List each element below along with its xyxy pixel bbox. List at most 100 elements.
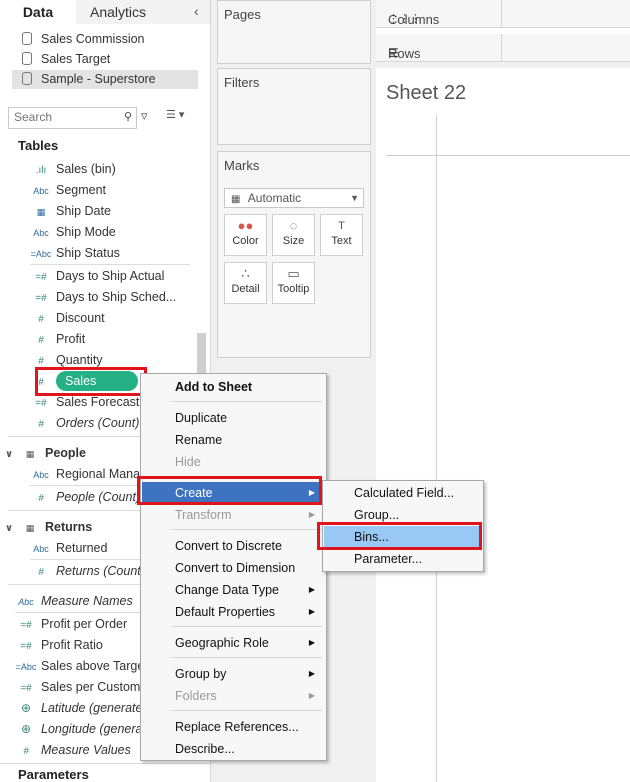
database-icon [22, 72, 32, 85]
datasource-item-selected[interactable]: Sample - Superstore [12, 70, 198, 89]
filters-card[interactable]: Filters [217, 68, 371, 145]
mark-type-dropdown[interactable]: ▦ Automatic ▼ [224, 188, 364, 208]
menu-item-convert-to-discrete[interactable]: Convert to Discrete [142, 535, 325, 557]
field-item[interactable]: ⊕ Latitude (generated) [15, 698, 154, 718]
menu-item-calculated-field[interactable]: Calculated Field... [324, 482, 482, 504]
bin-icon: .ılı [35, 165, 47, 176]
menu-item-group-by[interactable]: Group by ▶ [142, 663, 325, 685]
calculated-number-icon: =# [35, 272, 47, 283]
menu-item-replace-references[interactable]: Replace References... [142, 716, 325, 738]
field-item[interactable]: =Abc Sales above Target? [15, 656, 155, 676]
field-item[interactable]: .ılı Sales (bin) [30, 159, 116, 179]
field-label: Ship Date [56, 204, 111, 218]
menu-item-duplicate[interactable]: Duplicate [142, 407, 325, 429]
table-header-people[interactable]: ∨ ▦ People [5, 443, 86, 463]
menu-item-default-properties[interactable]: Default Properties ▶ [142, 601, 325, 623]
field-label: Sales per Customer [41, 680, 152, 694]
field-label: Ship Mode [56, 225, 116, 239]
view-options-icon[interactable]: ☰ ▾ [166, 108, 184, 121]
calculated-number-icon: =# [20, 641, 32, 652]
field-label: Latitude (generated) [41, 701, 154, 715]
menu-item-label: Transform [175, 508, 232, 522]
menu-item-label: Change Data Type [175, 583, 280, 597]
submenu-arrow-icon: ▶ [308, 510, 315, 519]
menu-item-convert-to-dimension[interactable]: Convert to Dimension [142, 557, 325, 579]
datasource-item[interactable]: Sales Commission [12, 30, 145, 49]
menu-item-change-data-type[interactable]: Change Data Type ▶ [142, 579, 325, 601]
pages-card[interactable]: Pages [217, 0, 371, 64]
table-header-returns[interactable]: ∨ ▦ Returns [5, 517, 92, 537]
collapse-pane-icon[interactable]: ‹ [194, 3, 199, 19]
number-icon: # [38, 419, 44, 430]
canvas-axis-horizontal [386, 155, 630, 156]
menu-item-geographic-role[interactable]: Geographic Role ▶ [142, 632, 325, 654]
pane-tabs: Data Analytics ‹ [0, 0, 210, 24]
color-icon: ●● [237, 218, 254, 233]
marks-title: Marks [224, 158, 260, 173]
filter-icon[interactable]: ▿ [141, 108, 148, 124]
field-item[interactable]: =# Profit Ratio [15, 635, 103, 655]
field-item[interactable]: =# Sales per Customer [15, 677, 151, 697]
datasource-item[interactable]: Sales Target [12, 50, 110, 69]
field-item[interactable]: Abc Ship Mode [30, 222, 116, 242]
columns-shelf[interactable]: ⋮⋮⋮ Columns [376, 0, 630, 28]
mark-type-value: Automatic [247, 191, 302, 205]
field-item[interactable]: =Abc Ship Status [30, 243, 120, 263]
text-label: Text [331, 235, 352, 247]
field-label: Returned [56, 541, 108, 555]
search-input[interactable] [9, 108, 114, 126]
rows-shelf[interactable]: ☰ Rows [376, 34, 630, 62]
chevron-down-icon[interactable]: ∨ [5, 519, 19, 539]
menu-item-folders: Folders ▶ [142, 685, 325, 707]
menu-item-rename[interactable]: Rename [142, 429, 325, 451]
field-item[interactable]: # Discount [30, 308, 104, 328]
field-item[interactable]: =# Days to Ship Sched... [30, 287, 176, 307]
tooltip-label: Tooltip [277, 283, 310, 295]
field-label: Sales (bin) [56, 162, 116, 176]
field-item[interactable]: Abc Segment [30, 180, 106, 200]
field-item[interactable]: # Returns (Count) [30, 561, 145, 581]
database-icon [22, 52, 32, 65]
parameters-heading: Parameters [18, 767, 89, 782]
calculated-number-icon: =# [20, 620, 32, 631]
field-item[interactable]: # People (Count) [30, 487, 140, 507]
calculated-string-icon: =Abc [15, 662, 37, 672]
globe-icon: ⊕ [20, 701, 32, 715]
highlight-box [317, 522, 482, 550]
menu-item-add-to-sheet[interactable]: Add to Sheet [142, 376, 325, 398]
tooltip-icon: ▭ [287, 266, 300, 281]
search-box[interactable]: ⚲ [8, 107, 137, 129]
tooltip-button[interactable]: ▭ Tooltip [272, 262, 315, 304]
field-item[interactable]: ▦ Ship Date [30, 201, 111, 221]
field-label: Profit Ratio [41, 638, 103, 652]
sheet-title[interactable]: Sheet 22 [386, 82, 466, 105]
string-icon: Abc [33, 228, 49, 238]
field-context-menu: Add to Sheet Duplicate Rename Hide Creat… [140, 373, 327, 761]
text-button[interactable]: T Text [320, 214, 363, 256]
datasource-label: Sample - Superstore [41, 72, 156, 86]
chevron-down-icon[interactable]: ∨ [5, 445, 19, 465]
menu-item-describe[interactable]: Describe... [142, 738, 325, 760]
field-label: Ship Status [56, 246, 120, 260]
field-item[interactable]: =# Days to Ship Actual [30, 266, 164, 286]
menu-separator [171, 710, 322, 711]
field-item[interactable]: =# Sales Forecast [30, 392, 139, 412]
datasource-label: Sales Target [41, 52, 111, 66]
field-label: Days to Ship Actual [56, 269, 165, 283]
field-item[interactable]: # Measure Values [15, 740, 131, 760]
detail-button[interactable]: ∴ Detail [224, 262, 267, 304]
tables-heading: Tables [18, 138, 59, 153]
menu-item-parameter[interactable]: Parameter... [324, 548, 482, 570]
field-item[interactable]: Abc Returned [30, 538, 107, 558]
rows-label: Rows [388, 46, 421, 61]
mark-type-icon: ▦ [231, 194, 241, 205]
field-item[interactable]: # Profit [30, 329, 85, 349]
field-item[interactable]: Abc Measure Names [15, 591, 132, 611]
text-icon: T [338, 220, 345, 232]
size-button[interactable]: ◌ Size [272, 214, 315, 256]
color-button[interactable]: ●● Color [224, 214, 267, 256]
field-item[interactable]: =# Profit per Order [15, 614, 127, 634]
tab-analytics[interactable]: Analytics [90, 0, 146, 24]
field-item[interactable]: # Orders (Count) [30, 413, 139, 433]
tab-data[interactable]: Data [0, 0, 76, 24]
